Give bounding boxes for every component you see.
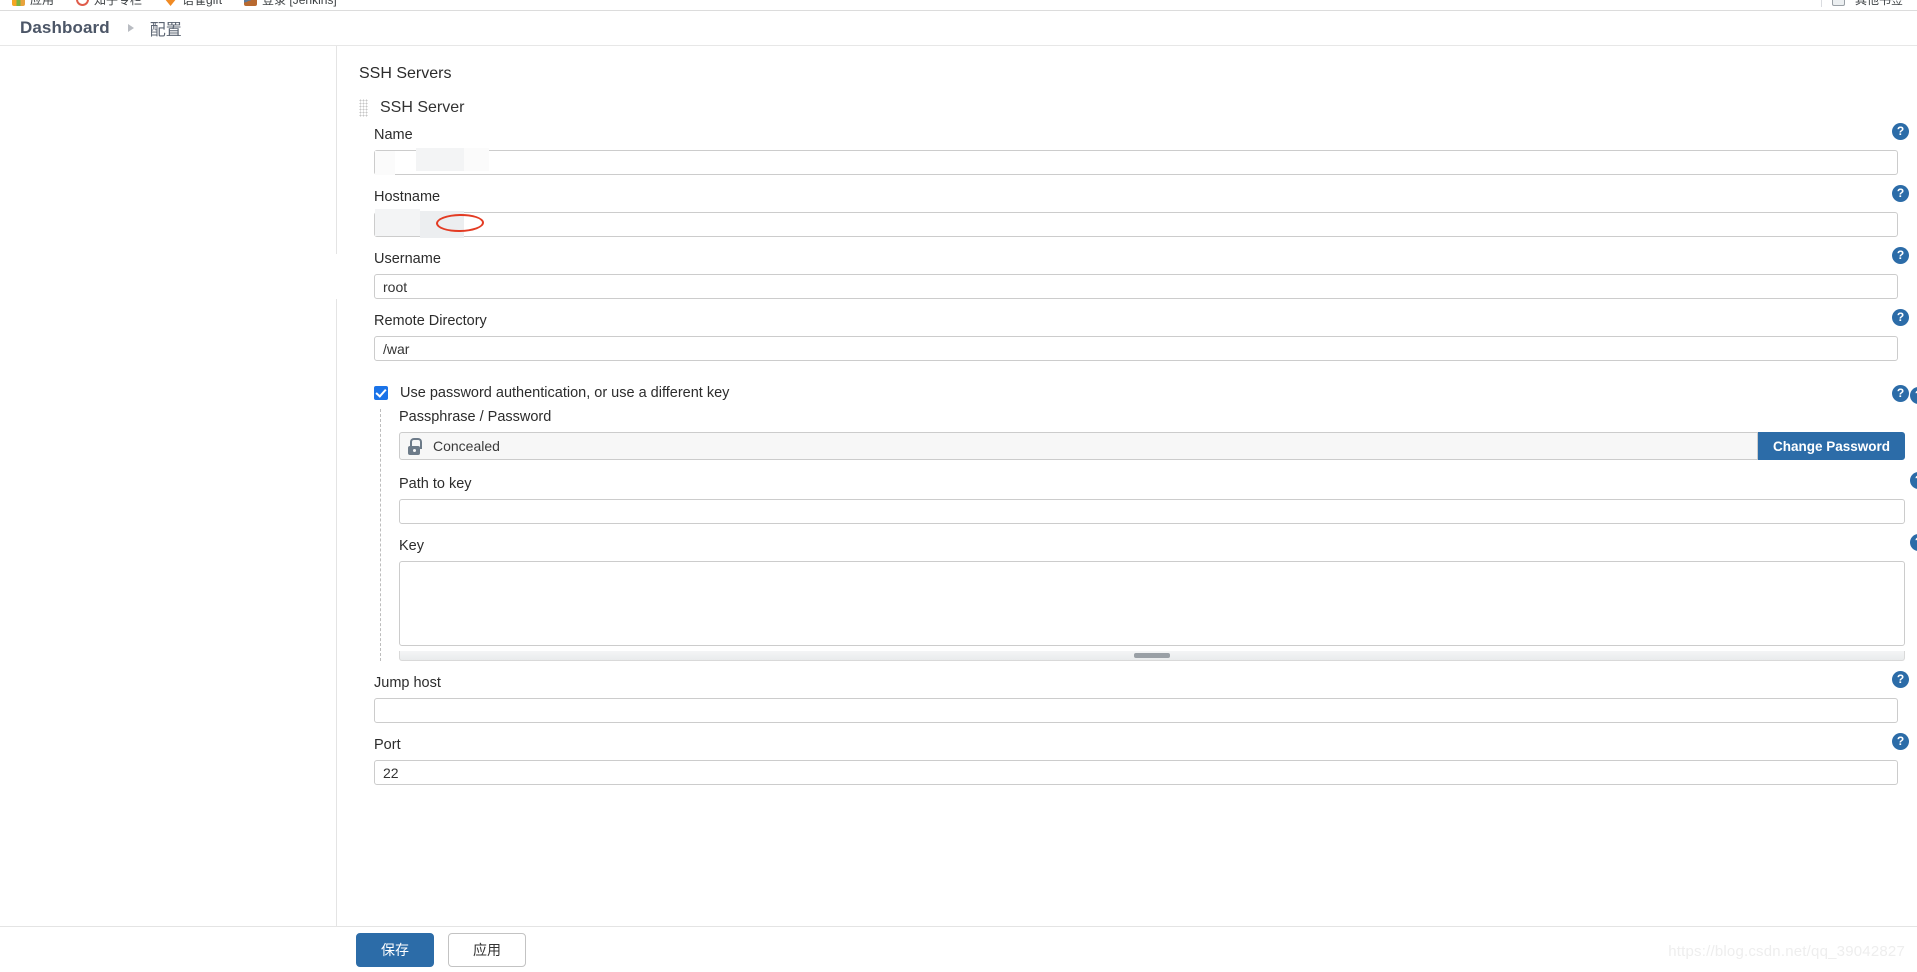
field-key: Key ?	[399, 534, 1917, 661]
help-question-icon[interactable]: ?	[1892, 185, 1909, 202]
breadcrumb-home-link[interactable]: Dashboard	[20, 18, 110, 38]
browser-bookmarks-bar: 应用 知乎专栏 语雀gift 登录 [Jenkins] 其他书签	[0, 0, 1917, 11]
help-question-icon[interactable]: ?	[1892, 671, 1909, 688]
apply-button[interactable]: 应用	[448, 932, 526, 967]
bookmark-label: 应用	[30, 0, 55, 7]
passphrase-row: Concealed Change Password	[399, 432, 1905, 460]
bookmark-item[interactable]: 知乎专栏	[76, 0, 142, 8]
key-textarea[interactable]	[399, 561, 1905, 646]
field-label: Remote Directory	[374, 313, 487, 329]
field-label: Jump host	[374, 675, 441, 691]
help-question-icon[interactable]: ?	[1910, 534, 1917, 551]
bookmark-label: 登录 [Jenkins]	[262, 0, 337, 7]
grid-favicon-icon	[12, 0, 25, 6]
drag-handle-icon[interactable]	[359, 99, 368, 117]
ssh-server-entry: SSH Server	[359, 99, 1877, 117]
field-hostname: Hostname ?	[374, 185, 1909, 238]
bookmark-item[interactable]: 应用	[12, 0, 54, 8]
jump-host-input[interactable]	[374, 698, 1898, 723]
heart-favicon-icon	[164, 0, 178, 6]
save-button[interactable]: 保存	[356, 932, 434, 967]
field-passphrase: Passphrase / Password Concealed Change P…	[399, 387, 1917, 460]
password-auth-group: Passphrase / Password Concealed Change P…	[380, 387, 1917, 661]
field-label: Username	[374, 251, 441, 267]
port-input[interactable]	[374, 760, 1898, 785]
username-input[interactable]	[374, 274, 1898, 299]
field-label: Path to key	[399, 476, 472, 492]
breadcrumb: Dashboard 配置	[0, 11, 1917, 46]
circle-favicon-icon	[76, 0, 90, 6]
config-form: SSH Servers SSH Server Name ? Hostname ?…	[337, 46, 1917, 926]
bookmark-item[interactable]: 语雀gift	[164, 0, 222, 8]
watermark: https://blog.csdn.net/qq_39042827	[1668, 943, 1905, 960]
change-password-button[interactable]: Change Password	[1757, 432, 1905, 460]
folder-favicon-icon	[1831, 0, 1845, 6]
ssh-server-label: SSH Server	[380, 99, 465, 116]
page-body: SSH Servers SSH Server Name ? Hostname ?…	[0, 46, 1917, 929]
left-rail	[0, 46, 337, 926]
field-name: Name ?	[374, 123, 1909, 175]
field-label: Name	[374, 127, 413, 143]
field-label: Passphrase / Password	[399, 409, 552, 425]
field-port: Port ?	[374, 733, 1909, 785]
use-password-auth-label: Use password authentication, or use a di…	[400, 385, 730, 401]
help-question-icon[interactable]: ?	[1892, 385, 1909, 402]
bookmark-overflow: 其他书签	[1820, 0, 1903, 8]
passphrase-value: Concealed	[433, 438, 500, 454]
hostname-input[interactable]	[374, 212, 1898, 237]
bookmark-list: 应用 知乎专栏 语雀gift 登录 [Jenkins]	[12, 0, 337, 8]
field-remote-directory: Remote Directory ?	[374, 309, 1909, 361]
bookmark-item[interactable]: 登录 [Jenkins]	[244, 0, 337, 8]
form-actions-footer: 保存 应用	[0, 926, 1917, 972]
field-username: Username ?	[374, 247, 1909, 299]
name-input[interactable]	[374, 150, 1898, 175]
help-question-icon[interactable]: ?	[1892, 309, 1909, 326]
triangle-right-icon	[127, 24, 134, 32]
bookmark-label[interactable]: 其他书签	[1855, 0, 1903, 8]
image-favicon-icon	[244, 0, 258, 6]
help-question-icon[interactable]: ?	[1910, 472, 1917, 489]
divider	[1820, 0, 1822, 7]
padlock-icon	[407, 437, 422, 455]
resize-handle-icon[interactable]	[1134, 653, 1170, 658]
remote-directory-input[interactable]	[374, 336, 1898, 361]
help-question-icon[interactable]: ?	[1892, 247, 1909, 264]
field-path-to-key: Path to key ?	[399, 472, 1917, 524]
breadcrumb-current: 配置	[149, 22, 182, 39]
field-jump-host: Jump host ?	[374, 671, 1909, 723]
help-question-icon[interactable]: ?	[1892, 123, 1909, 140]
field-label: Key	[399, 538, 424, 554]
field-group: Name ? Hostname ? Username ?	[374, 123, 1917, 785]
bookmark-label: 知乎专栏	[94, 0, 143, 7]
use-password-auth-row[interactable]: Use password authentication, or use a di…	[374, 385, 1909, 402]
field-label: Hostname	[374, 189, 441, 205]
help-question-icon[interactable]: ?	[1892, 733, 1909, 750]
key-horizontal-scrollbar[interactable]	[399, 651, 1905, 661]
field-label: Port	[374, 737, 401, 753]
path-to-key-input[interactable]	[399, 499, 1905, 524]
passphrase-input[interactable]: Concealed	[399, 432, 1758, 460]
use-password-auth-checkbox[interactable]	[374, 386, 388, 400]
bookmark-label: 语雀gift	[182, 0, 223, 7]
page-title: SSH Servers	[359, 65, 452, 82]
help-question-icon[interactable]: ?	[1910, 387, 1917, 404]
